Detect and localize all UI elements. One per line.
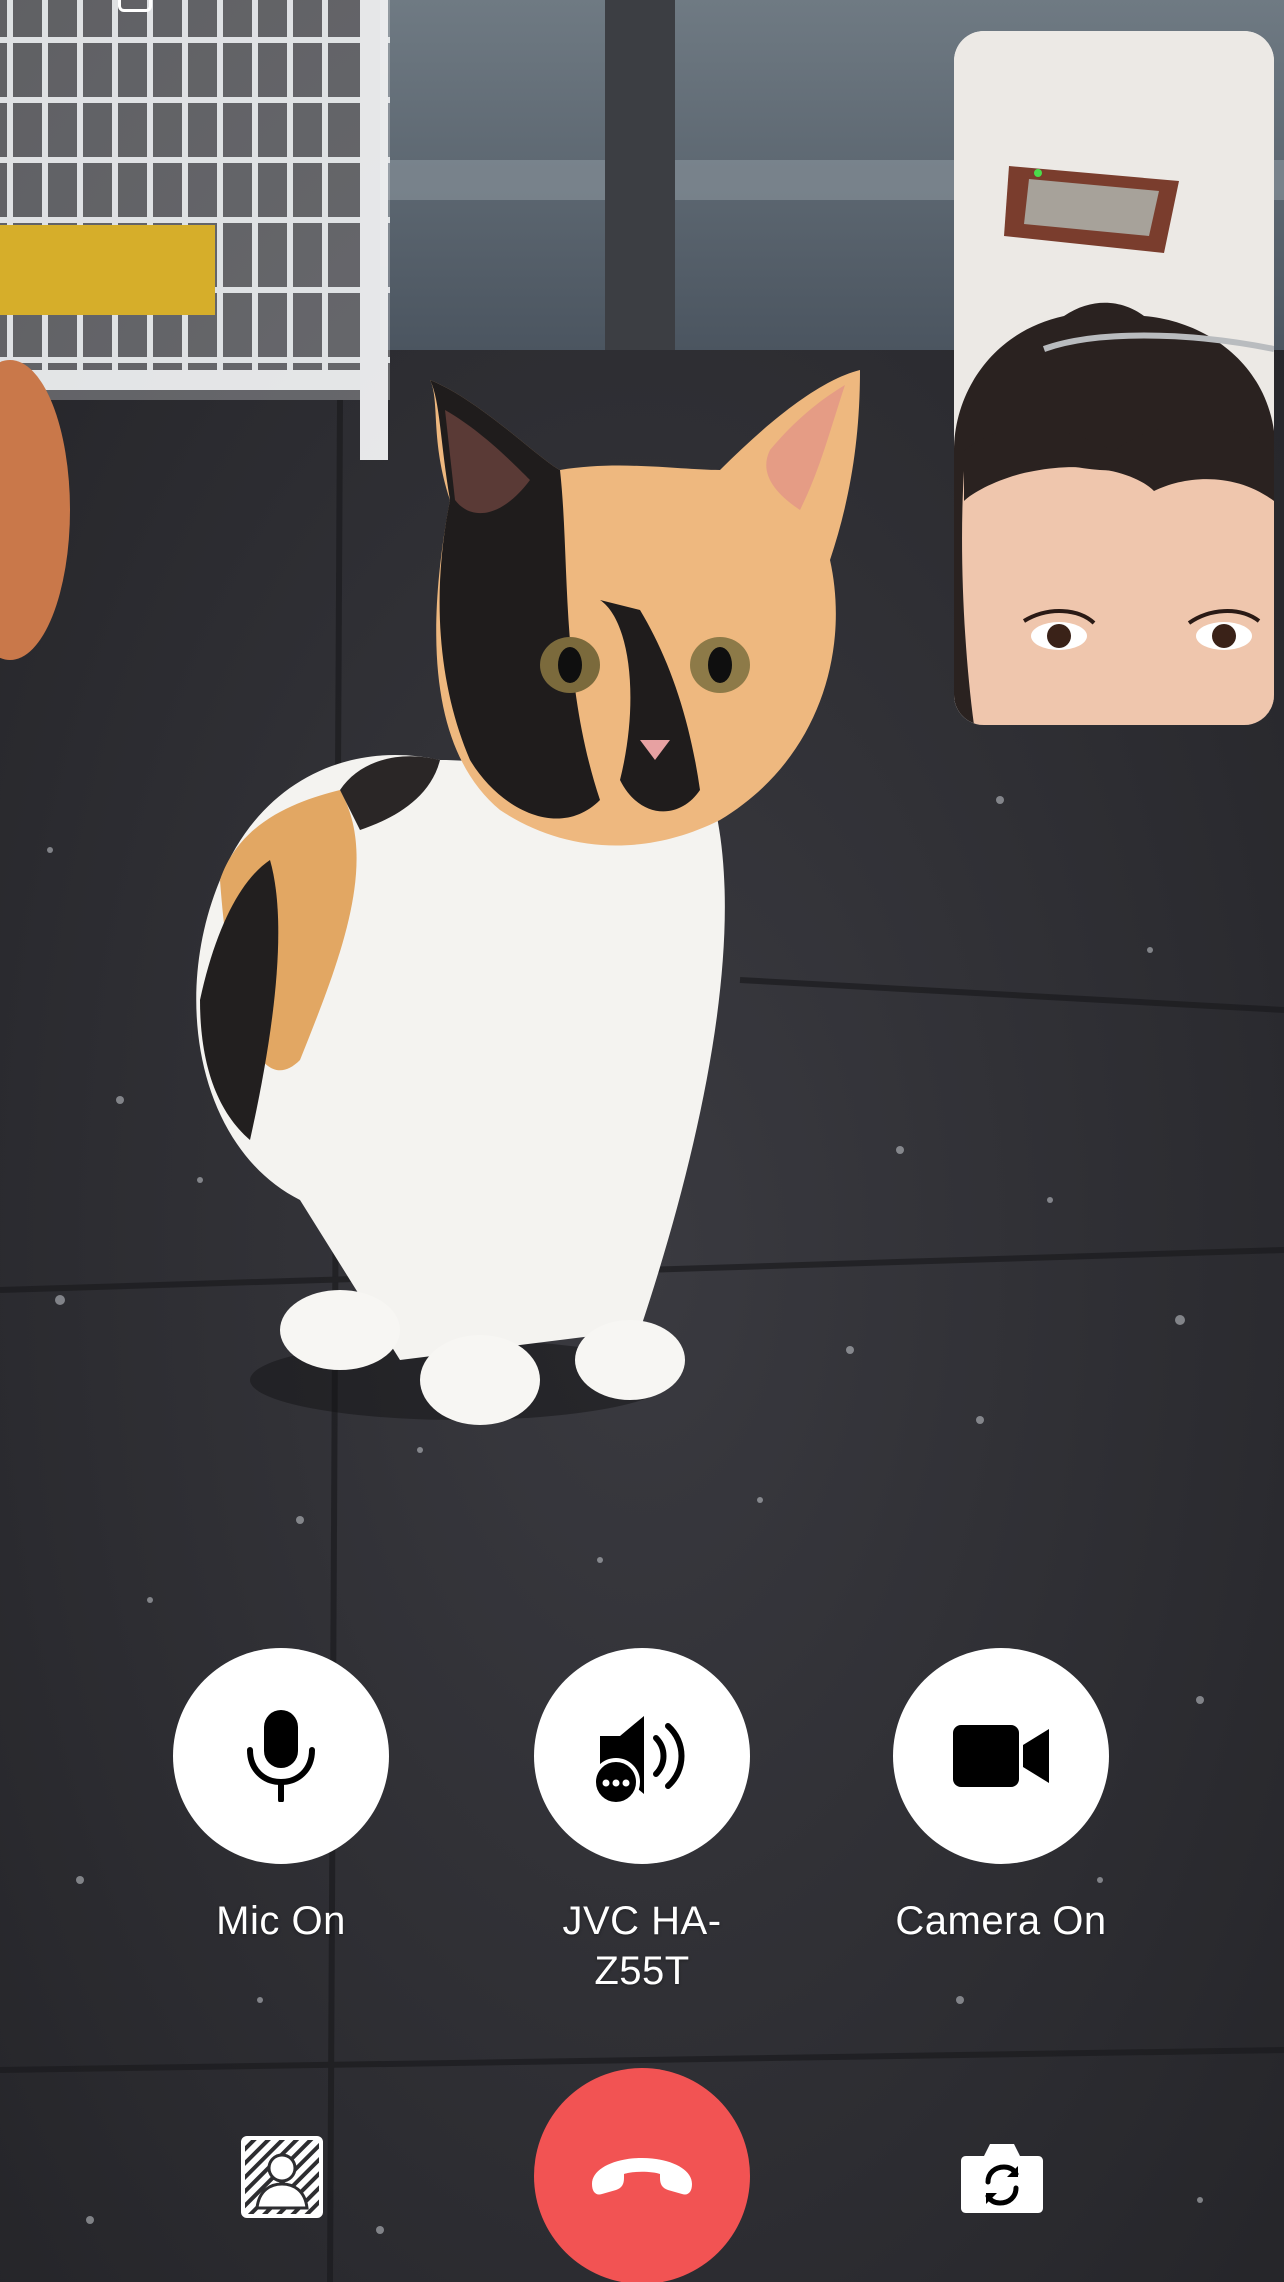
background-effect-button[interactable] (241, 2136, 323, 2218)
microphone-icon (247, 1710, 315, 1802)
audio-output-label: JVC HA-Z55T (562, 1899, 722, 1993)
phone-hangup-icon (592, 2158, 692, 2195)
mic-label: Mic On (216, 1899, 346, 1943)
end-call-button[interactable] (534, 2068, 750, 2282)
status-indicator (118, 0, 152, 12)
video-call-screen: Mic On JVC HA-Z55T Camera On (0, 0, 1284, 2282)
speaker-with-more-icon (592, 1716, 685, 1804)
video-camera-icon (953, 1725, 1049, 1787)
self-video-preview[interactable] (954, 31, 1274, 725)
camera-toggle-button[interactable] (893, 1648, 1109, 1864)
flip-camera-icon (961, 2144, 1043, 2213)
background-effect-icon (241, 2136, 323, 2218)
camera-label: Camera On (895, 1899, 1107, 1943)
cage (0, 0, 390, 460)
mic-toggle-button[interactable] (173, 1648, 389, 1864)
self-video-scene (954, 31, 1274, 725)
audio-output-button[interactable] (534, 1648, 750, 1864)
flip-camera-button[interactable] (960, 2140, 1044, 2214)
